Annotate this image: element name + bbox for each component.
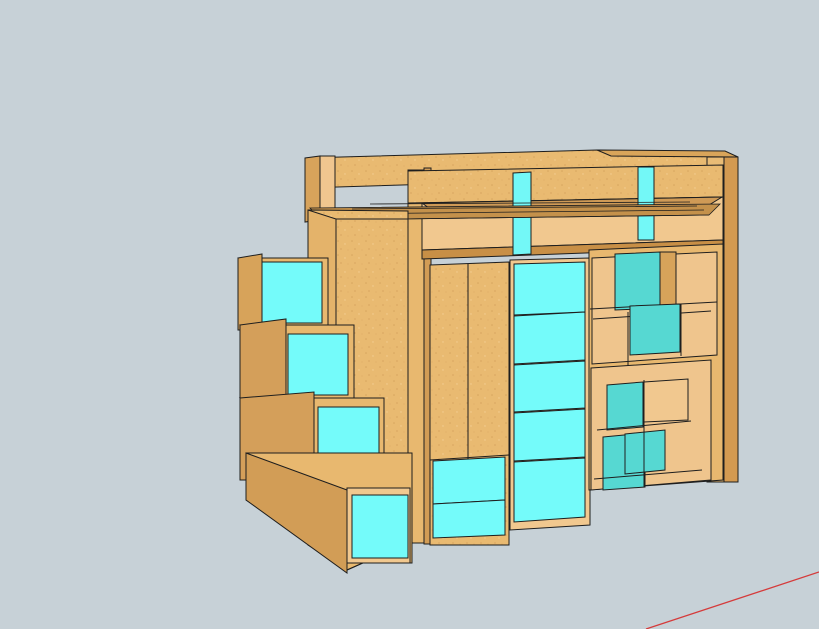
wardrobe[interactable] — [429, 257, 591, 546]
red-axis-line — [645, 571, 819, 629]
scene-canvas[interactable] — [0, 0, 819, 629]
stair-step-1 — [237, 253, 329, 331]
3d-modeling-viewport[interactable] — [0, 0, 819, 629]
shelving-unit[interactable] — [588, 243, 724, 491]
stair-step-2 — [239, 318, 355, 403]
stair-step-4 — [245, 452, 413, 574]
